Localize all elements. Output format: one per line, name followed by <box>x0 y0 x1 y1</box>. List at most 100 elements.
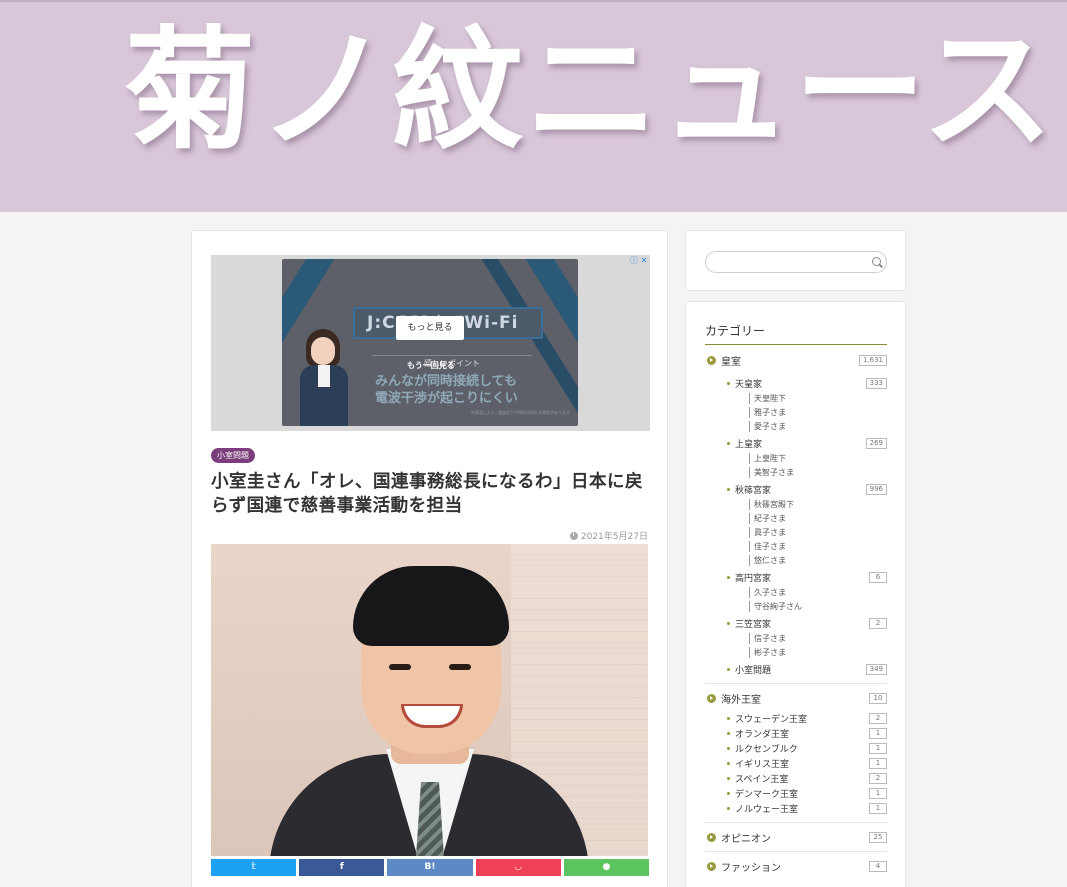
category-item-komuro[interactable]: 小室問題 349 <box>705 662 887 677</box>
category-count: 269 <box>865 438 887 449</box>
bullet-icon <box>727 807 730 810</box>
divider <box>705 683 887 684</box>
category-item-fashion[interactable]: ファッション 4 <box>705 858 887 874</box>
category-item-norway[interactable]: ノルウェー王室 1 <box>705 801 887 816</box>
article-eyecatch-image[interactable] <box>211 544 648 856</box>
facebook-share-button[interactable]: f <box>299 859 385 876</box>
category-item-opinion[interactable]: オピニオン 25 <box>705 829 887 845</box>
category-item-koushitsu[interactable]: 皇室 1,631 <box>705 352 887 368</box>
ad-person-illustration <box>296 329 352 426</box>
pocket-share-button[interactable]: ◡ <box>475 859 561 876</box>
bullet-icon <box>727 732 730 735</box>
ad-copy-line: 電波干渉が起こりにくい <box>375 391 518 406</box>
search-input[interactable] <box>705 251 887 273</box>
category-item-luxembourg[interactable]: ルクセンブルク 1 <box>705 741 887 756</box>
category-count: 996 <box>865 484 887 495</box>
hatena-share-button[interactable]: B! <box>387 859 473 876</box>
chevron-right-icon <box>707 355 716 365</box>
category-count: 25 <box>869 831 887 843</box>
bullet-icon <box>727 622 730 625</box>
site-logo[interactable]: 菊ノ紋ニュース <box>124 6 1055 176</box>
article-card: ⓘ ✕ J:COM ｼｮﾜWi-Fi 嬉しいポイント もう一回見る みんなが同時… <box>191 230 668 887</box>
category-item-mikasa[interactable]: 三笠宮家 2 <box>705 616 887 631</box>
facebook-icon: f <box>339 862 344 872</box>
category-count: 1 <box>869 758 887 769</box>
clock-icon <box>569 531 578 540</box>
post-date: 2021年5月27日 <box>569 529 648 542</box>
ad-creative[interactable]: J:COM ｼｮﾜWi-Fi 嬉しいポイント もう一回見る みんなが同時接続して… <box>282 259 578 426</box>
category-count: 1 <box>869 728 887 739</box>
category-item-uk[interactable]: イギリス王室 1 <box>705 756 887 771</box>
category-widget: カテゴリー 皇室 1,631 天皇家 333 天皇陛下 雅子さま 愛子さま 上皇… <box>685 301 906 887</box>
pocket-icon: ◡ <box>514 862 522 872</box>
widget-title: カテゴリー <box>705 322 887 345</box>
category-count: 2 <box>869 618 887 629</box>
divider <box>705 851 887 852</box>
chevron-right-icon <box>707 693 716 703</box>
site-header: 菊ノ紋ニュース <box>0 0 1067 212</box>
category-item-akishino[interactable]: 秋篠宮家 996 <box>705 482 887 497</box>
twitter-icon: 𝕥 <box>251 862 256 872</box>
category-count: 349 <box>865 664 887 675</box>
ad-more-button[interactable]: もっと見る <box>396 316 464 340</box>
category-subitem[interactable]: 紀子さま <box>705 511 887 525</box>
category-list: 皇室 1,631 天皇家 333 天皇陛下 雅子さま 愛子さま 上皇家 269 … <box>705 352 887 874</box>
search-widget <box>685 230 906 291</box>
bullet-icon <box>727 777 730 780</box>
category-subitem[interactable]: 上皇陛下 <box>705 451 887 465</box>
hatena-icon: B! <box>424 862 436 872</box>
category-item-kaigai[interactable]: 海外王室 10 <box>705 690 887 706</box>
share-buttons: 𝕥 f B! ◡ ● <box>211 859 650 876</box>
category-subitem[interactable]: 美智子さま <box>705 465 887 479</box>
bullet-icon <box>727 717 730 720</box>
category-subitem[interactable]: 悠仁さま <box>705 553 887 567</box>
category-count: 6 <box>869 572 887 583</box>
category-item-tennouke[interactable]: 天皇家 333 <box>705 376 887 391</box>
ad-choices[interactable]: ⓘ ✕ <box>630 257 648 265</box>
search-icon[interactable] <box>872 257 881 266</box>
category-count: 333 <box>865 378 887 389</box>
category-count: 1 <box>869 788 887 799</box>
category-item-joukouke[interactable]: 上皇家 269 <box>705 436 887 451</box>
divider <box>705 822 887 823</box>
category-count: 10 <box>869 692 887 704</box>
ad-banner[interactable]: ⓘ ✕ J:COM ｼｮﾜWi-Fi 嬉しいポイント もう一回見る みんなが同時… <box>211 255 650 431</box>
article-title[interactable]: 小室圭さん「オレ、国連事務総長になるわ」日本に戻らず国連で慈善事業活動を担当 <box>211 470 651 518</box>
category-subitem[interactable]: 雅子さま <box>705 405 887 419</box>
category-item-takamado[interactable]: 高円宮家 6 <box>705 570 887 585</box>
chevron-right-icon <box>707 832 716 842</box>
bullet-icon <box>727 792 730 795</box>
category-badge[interactable]: 小室問題 <box>211 448 255 463</box>
bullet-icon <box>727 576 730 579</box>
category-item-spain[interactable]: スペイン王室 2 <box>705 771 887 786</box>
bullet-icon <box>727 668 730 671</box>
line-icon: ● <box>602 862 611 872</box>
category-count: 1 <box>869 743 887 754</box>
line-share-button[interactable]: ● <box>563 859 650 876</box>
bullet-icon <box>727 488 730 491</box>
ad-fine-print: ※環境により、速度低下や接続が切れる場合があります <box>470 410 570 415</box>
category-item-denmark[interactable]: デンマーク王室 1 <box>705 786 887 801</box>
category-subitem[interactable]: 眞子さま <box>705 525 887 539</box>
ad-info-icon[interactable]: ⓘ <box>630 257 638 265</box>
twitter-share-button[interactable]: 𝕥 <box>211 859 297 876</box>
category-subitem[interactable]: 佳子さま <box>705 539 887 553</box>
category-subitem[interactable]: 彬子さま <box>705 645 887 659</box>
category-item-netherlands[interactable]: オランダ王室 1 <box>705 726 887 741</box>
category-count: 4 <box>869 860 887 872</box>
category-count: 1,631 <box>858 354 887 366</box>
category-subitem[interactable]: 守谷絢子さん <box>705 599 887 613</box>
category-item-sweden[interactable]: スウェーデン王室 2 <box>705 711 887 726</box>
category-subitem[interactable]: 秋篠宮殿下 <box>705 497 887 511</box>
chevron-right-icon <box>707 861 716 871</box>
category-subitem[interactable]: 久子さま <box>705 585 887 599</box>
category-count: 2 <box>869 773 887 784</box>
bullet-icon <box>727 762 730 765</box>
category-subitem[interactable]: 天皇陛下 <box>705 391 887 405</box>
category-subitem[interactable]: 信子さま <box>705 631 887 645</box>
category-count: 1 <box>869 803 887 814</box>
category-count: 2 <box>869 713 887 724</box>
category-subitem[interactable]: 愛子さま <box>705 419 887 433</box>
ad-close-icon[interactable]: ✕ <box>640 257 648 265</box>
post-date-text: 2021年5月27日 <box>580 532 648 542</box>
